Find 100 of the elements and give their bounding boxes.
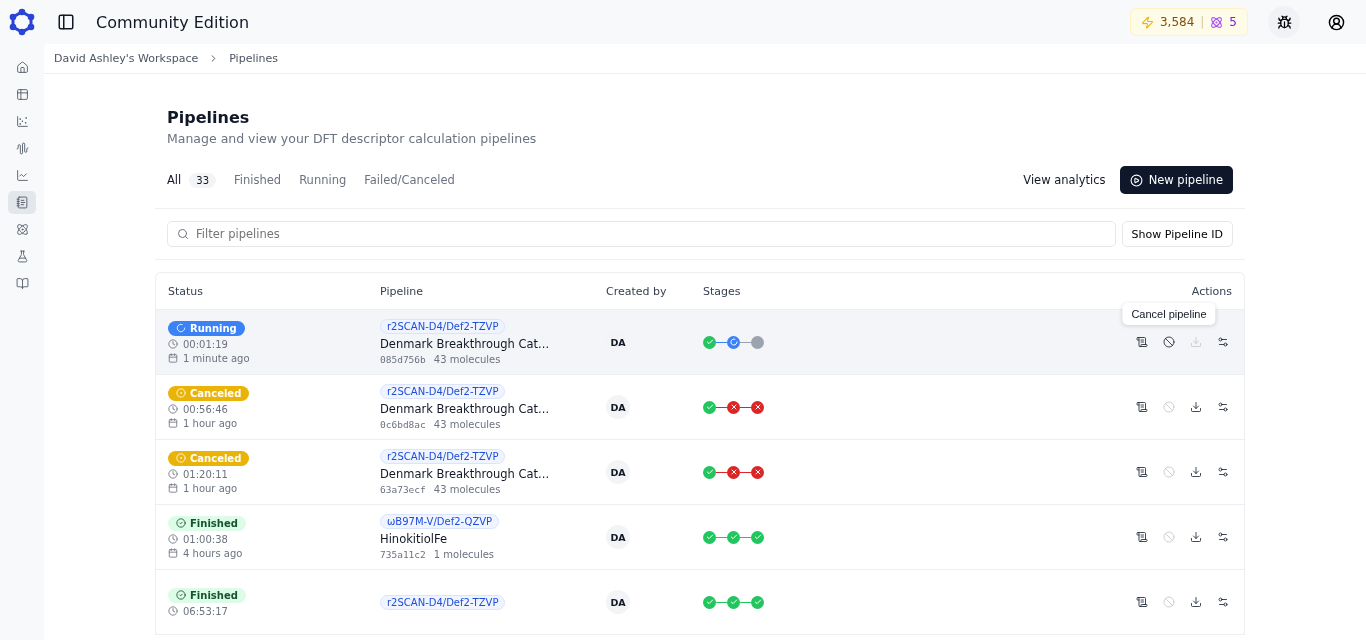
created-time: 1 hour ago bbox=[183, 482, 238, 494]
clock-icon bbox=[168, 534, 178, 544]
clock-icon bbox=[168, 339, 178, 349]
atom-icon bbox=[15, 223, 29, 236]
waveform-icon bbox=[15, 142, 29, 155]
sliders-icon bbox=[1217, 336, 1229, 348]
status-badge: Canceled bbox=[168, 385, 250, 401]
credits-count: 3,584 bbox=[1159, 15, 1195, 29]
filter-tab[interactable]: All 33 bbox=[161, 166, 222, 194]
molecule-count: 43 molecules bbox=[433, 484, 501, 495]
breadcrumb-link[interactable]: David Ashley's Workspace bbox=[54, 52, 199, 65]
flask-icon bbox=[15, 250, 29, 263]
status-badge: Running bbox=[168, 320, 245, 336]
download-icon bbox=[1190, 466, 1202, 478]
filter-tab[interactable]: Failed/Canceled bbox=[358, 167, 461, 193]
pipeline-name[interactable]: Denmark Breakthrough Cat... bbox=[380, 467, 550, 481]
clock-icon bbox=[168, 606, 178, 616]
creator-avatar: DA bbox=[606, 460, 630, 484]
method-tag: r2SCAN-D4/Def2-TZVP bbox=[380, 319, 506, 334]
book-icon bbox=[15, 277, 29, 290]
cancel-icon bbox=[1163, 466, 1175, 478]
cancel-icon bbox=[1163, 531, 1175, 543]
search-icon bbox=[177, 228, 189, 240]
method-tag: r2SCAN-D4/Def2-TZVP bbox=[380, 594, 506, 610]
calendar-icon bbox=[168, 548, 178, 558]
count-badge: 33 bbox=[189, 172, 216, 188]
separator-text: | bbox=[1200, 15, 1205, 29]
clock-icon bbox=[168, 469, 178, 479]
check-circle-icon bbox=[176, 518, 186, 528]
breadcrumb-link[interactable]: Pipelines bbox=[229, 52, 278, 65]
scroll-icon bbox=[1136, 336, 1148, 348]
download-icon bbox=[1190, 531, 1202, 543]
tooltip: Cancel pipeline bbox=[1122, 303, 1216, 325]
creator-avatar: DA bbox=[606, 395, 630, 419]
lightning-icon bbox=[1140, 15, 1154, 29]
created-time: 4 hours ago bbox=[183, 547, 243, 559]
creator-avatar: DA bbox=[606, 590, 630, 614]
duration-text: 00:56:46 bbox=[183, 403, 228, 415]
scroll-icon bbox=[1136, 401, 1148, 413]
check-circle-icon bbox=[176, 590, 186, 600]
duration-text: 01:00:38 bbox=[183, 533, 228, 545]
scroll-icon bbox=[1136, 466, 1148, 478]
method-tag: r2SCAN-D4/Def2-TZVP bbox=[380, 449, 506, 464]
column-header: Status bbox=[168, 284, 204, 298]
page-subtitle: Manage and view your DFT descriptor calculation pipelines bbox=[167, 131, 538, 146]
spinner-icon bbox=[176, 323, 186, 333]
column-header: Created by bbox=[606, 284, 667, 298]
download-icon bbox=[1190, 401, 1202, 413]
pipeline-hash: 0c6bd8ac bbox=[380, 419, 426, 430]
calendar-icon bbox=[168, 353, 178, 363]
play-icon bbox=[1129, 173, 1143, 187]
calendar-icon bbox=[168, 483, 178, 493]
sliders-icon bbox=[1217, 466, 1229, 478]
panel-icon bbox=[57, 13, 75, 31]
view-analytics-button[interactable]: View analytics bbox=[1015, 167, 1114, 193]
status-badge: Finished bbox=[168, 587, 246, 603]
bug-report-button[interactable] bbox=[1268, 6, 1300, 38]
token-count: 5 bbox=[1229, 15, 1237, 29]
notebook-icon bbox=[15, 196, 29, 209]
pipeline-name[interactable]: Denmark Breakthrough Cat... bbox=[380, 402, 550, 416]
pipeline-name[interactable]: HinokitiolFe bbox=[380, 532, 448, 546]
method-tag: ωB97M-V/Def2-QZVP bbox=[380, 514, 500, 529]
filter-tab[interactable]: Running bbox=[293, 167, 353, 193]
column-header: Actions bbox=[1191, 284, 1232, 298]
status-badge: Canceled bbox=[168, 450, 250, 466]
column-header: Stages bbox=[703, 284, 741, 298]
duration-text: 00:01:19 bbox=[183, 338, 228, 350]
line-chart-icon bbox=[15, 169, 29, 182]
bug-icon bbox=[1276, 14, 1292, 30]
duration-text: 06:53:17 bbox=[183, 605, 228, 617]
sliders-icon bbox=[1217, 531, 1229, 543]
user-icon bbox=[1327, 13, 1345, 31]
created-time: 1 minute ago bbox=[183, 352, 250, 364]
download-icon bbox=[1190, 336, 1202, 348]
duration-text: 01:20:11 bbox=[183, 468, 228, 480]
molecule-count: 43 molecules bbox=[433, 354, 501, 365]
download-icon bbox=[1190, 596, 1202, 608]
sidebar-nav-button[interactable] bbox=[8, 191, 36, 214]
table-icon bbox=[15, 88, 29, 101]
sliders-icon bbox=[1217, 596, 1229, 608]
filter-tab[interactable]: Finished bbox=[228, 167, 288, 193]
home-icon bbox=[15, 61, 29, 74]
page-title: Pipelines bbox=[167, 108, 251, 127]
column-header: Pipeline bbox=[380, 284, 424, 298]
molecule-count: 1 molecules bbox=[433, 549, 495, 560]
filter-field[interactable]: Filter pipelines bbox=[167, 221, 1116, 247]
method-tag: r2SCAN-D4/Def2-TZVP bbox=[380, 384, 506, 399]
stop-circle-icon bbox=[176, 388, 186, 398]
scatter-chart-icon bbox=[15, 115, 29, 128]
creator-avatar: DA bbox=[606, 525, 630, 549]
pipeline-hash: 63a73ecf bbox=[380, 484, 426, 495]
stop-circle-icon bbox=[176, 453, 186, 463]
show-pipeline-id-button[interactable]: Show Pipeline ID bbox=[1121, 221, 1233, 247]
pipeline-hash: 735a11c2 bbox=[380, 549, 426, 560]
new-pipeline-button[interactable]: New pipeline bbox=[1119, 166, 1233, 194]
scroll-icon bbox=[1136, 596, 1148, 608]
pipeline-name[interactable]: Denmark Breakthrough Cat... bbox=[380, 337, 550, 351]
scroll-icon bbox=[1136, 531, 1148, 543]
sliders-icon bbox=[1217, 401, 1229, 413]
cancel-icon bbox=[1163, 401, 1175, 413]
